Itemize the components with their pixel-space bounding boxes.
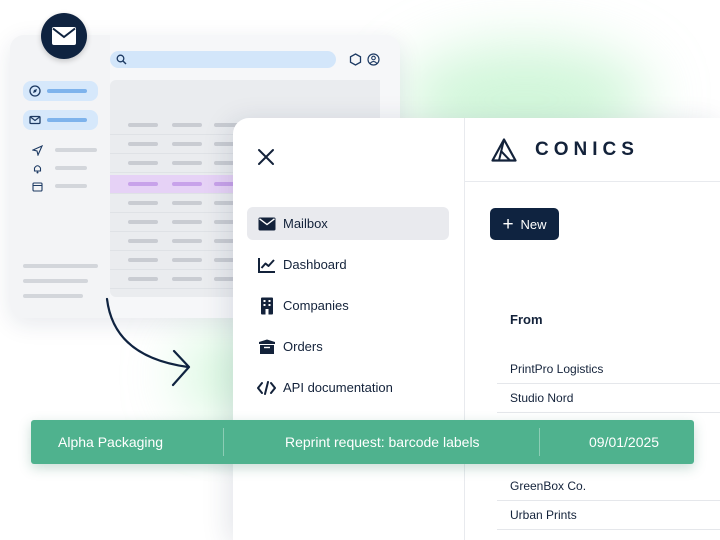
menu-item-label: API documentation [283,380,393,395]
hexagon-icon [349,53,362,66]
menu-item-dashboard[interactable]: Dashboard [247,248,449,281]
new-button[interactable]: + New [490,208,559,240]
code-icon [257,378,276,397]
app-panel: Mailbox Dashboard Companies Orders API d… [233,118,720,540]
mail-row[interactable]: GreenBox Co. [497,472,720,501]
mail-row-from: GreenBox Co. [510,479,587,493]
menu-item-label: Orders [283,339,323,354]
user-circle-icon [367,53,380,66]
curved-arrow-icon [105,297,191,387]
mailbox-icon [257,214,276,233]
close-button[interactable] [253,144,279,170]
mail-row-from: PrintPro Logistics [510,362,604,376]
brand-name: CONICS [535,139,639,160]
menu-item-mailbox[interactable]: Mailbox [247,207,449,240]
menu-item-orders[interactable]: Orders [247,330,449,363]
menu-item-companies[interactable]: Companies [247,289,449,322]
envelope-icon [52,27,76,45]
compass-icon [29,85,41,97]
calendar-icon [32,182,43,192]
email-subject: Reprint request: barcode labels [285,434,480,450]
background-nav-item [23,81,98,101]
bell-icon [33,165,42,174]
search-icon [116,54,127,65]
menu-item-label: Mailbox [283,216,328,231]
highlighted-email-row[interactable]: Alpha Packaging Reprint request: barcode… [31,420,694,464]
mail-row-from: Studio Nord [510,391,574,405]
side-menu: Mailbox Dashboard Companies Orders API d… [247,207,449,412]
mail-row[interactable]: PrintPro Logistics [497,355,720,384]
new-button-label: New [520,216,547,232]
box-icon [257,337,276,356]
chart-line-icon [257,255,276,274]
conics-logo-icon [491,138,517,162]
menu-item-api-documentation[interactable]: API documentation [247,371,449,404]
brand-logo: CONICS [491,138,639,162]
menu-item-label: Companies [283,298,349,313]
email-date: 09/01/2025 [589,434,660,450]
mail-row[interactable]: Urban Prints [497,501,720,530]
background-nav-item [23,110,98,130]
column-separator [539,428,540,456]
column-header-from: From [510,312,543,327]
envelope-icon [29,115,41,125]
background-sidebar [10,35,110,318]
plus-icon: + [502,213,514,235]
menu-item-label: Dashboard [283,257,347,272]
mail-row-from: Urban Prints [510,508,577,522]
header-divider [465,181,720,182]
mail-badge-icon [41,13,87,59]
send-icon [32,145,43,156]
column-separator [223,428,224,456]
email-sender: Alpha Packaging [58,434,164,450]
building-icon [257,296,276,315]
mail-row[interactable]: Studio Nord [497,384,720,413]
background-search-bar [110,51,336,68]
close-icon [258,149,274,165]
